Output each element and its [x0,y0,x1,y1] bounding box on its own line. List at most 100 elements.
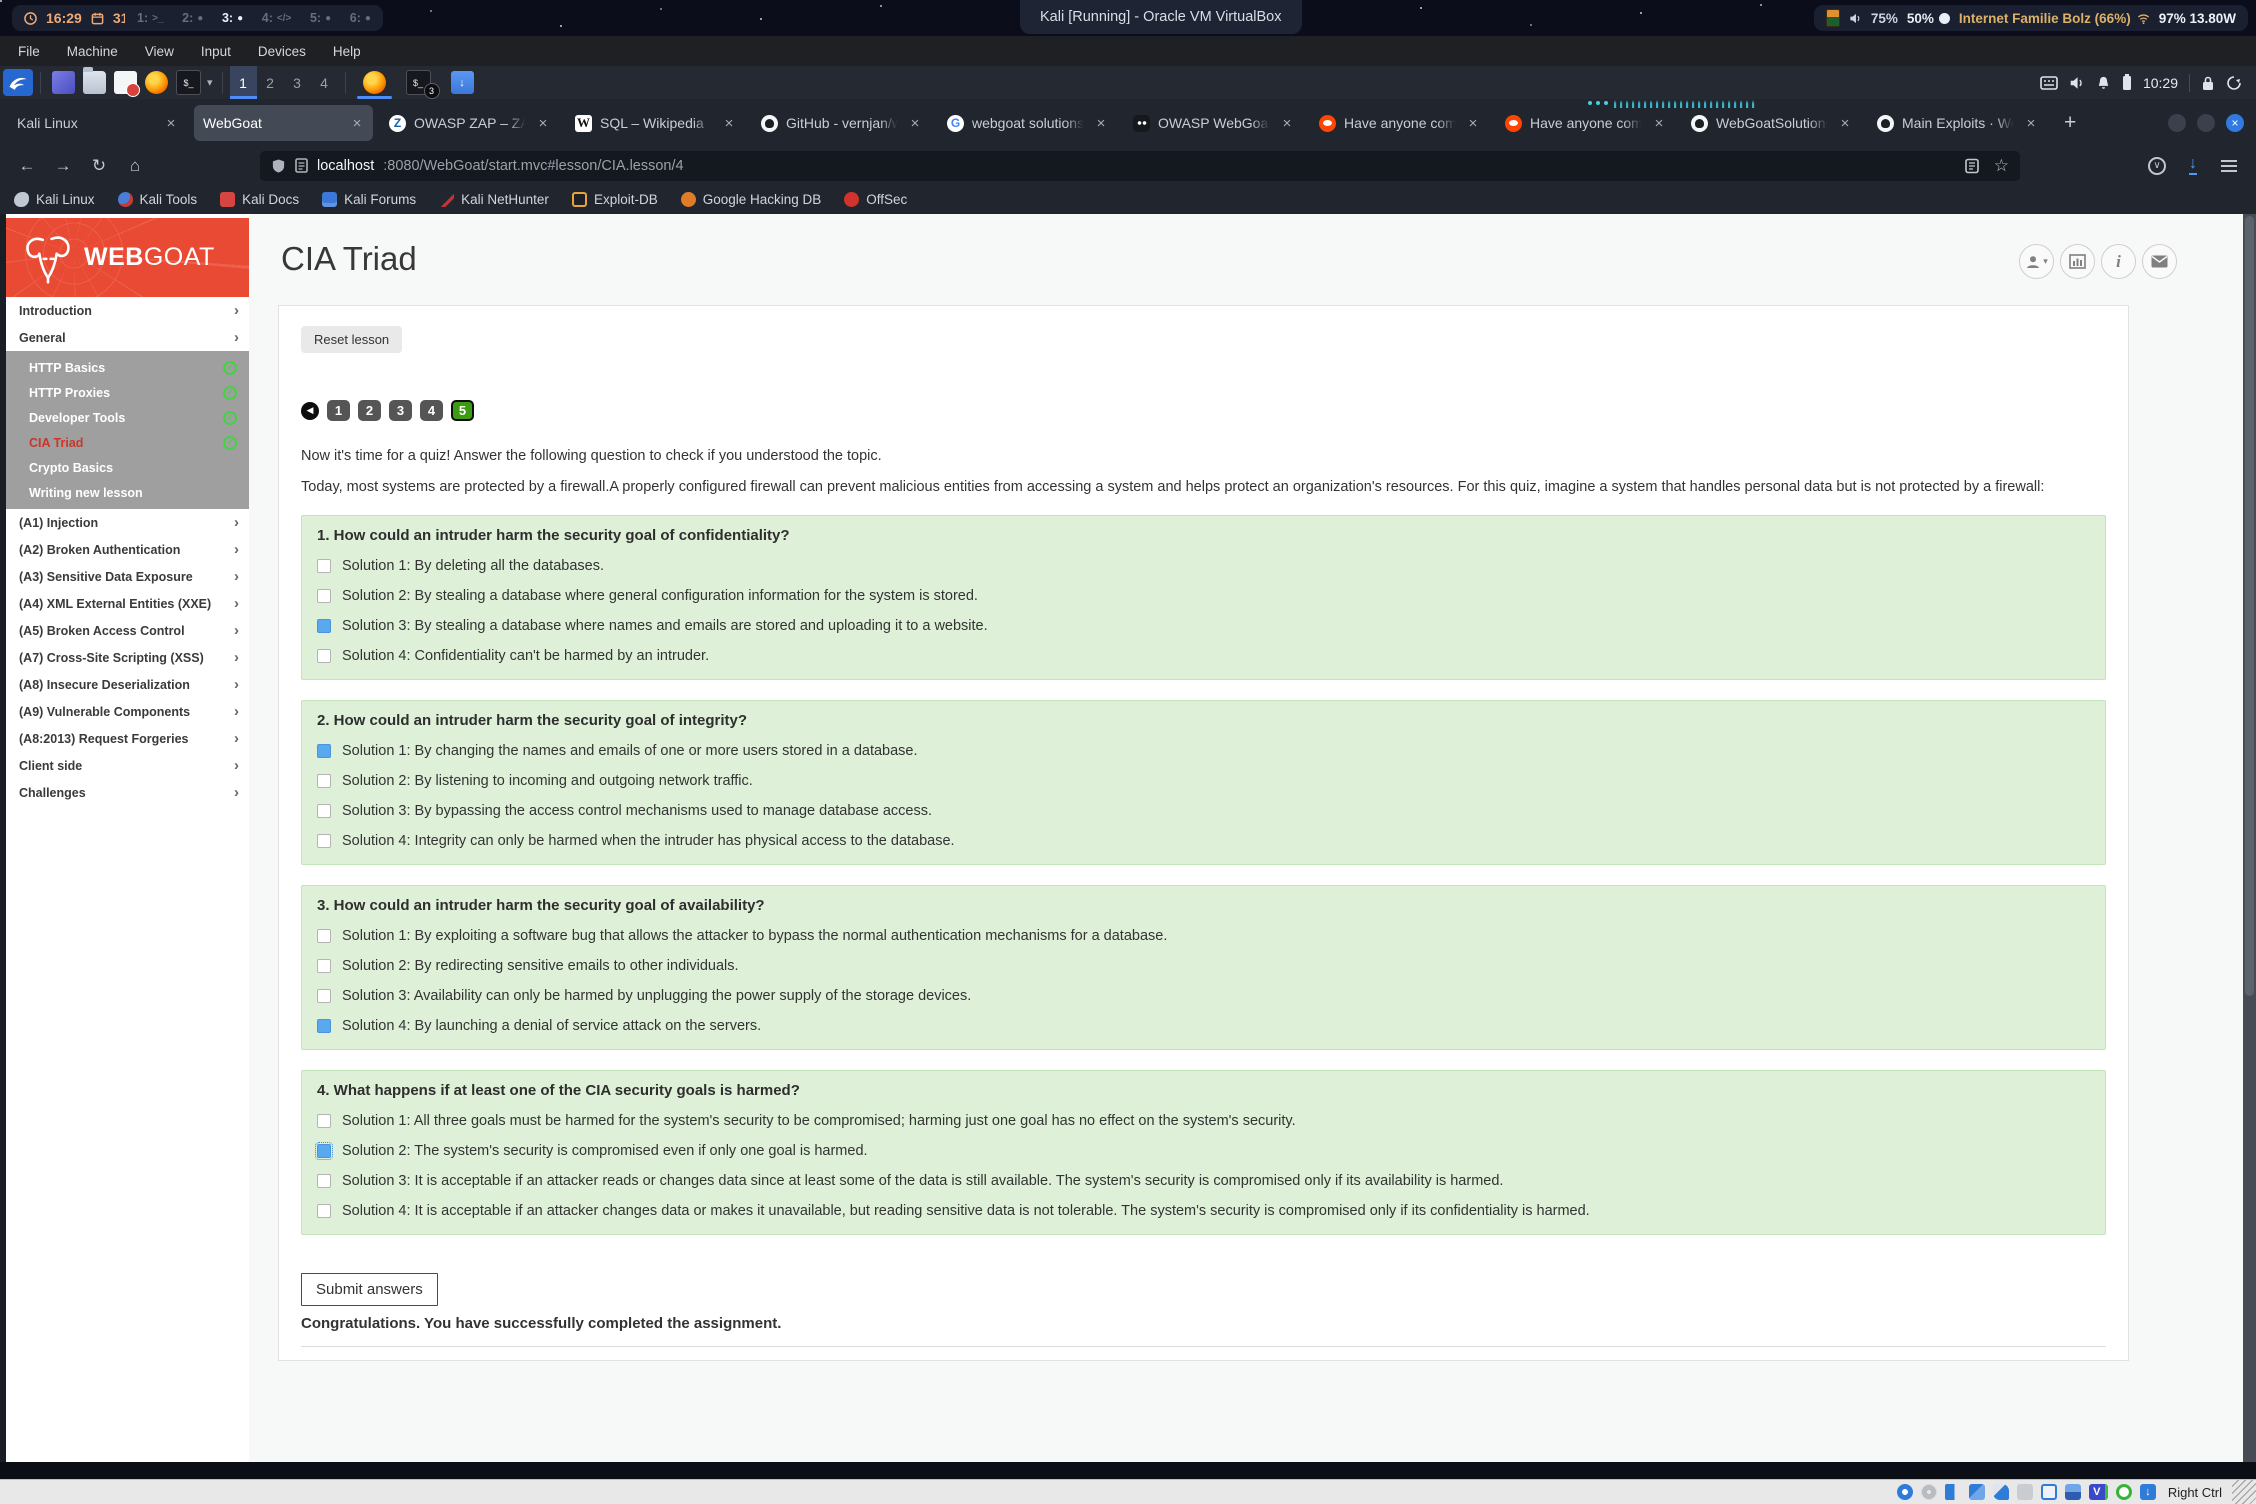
answer-option[interactable]: Solution 1: By deleting all the database… [317,558,2090,574]
tab-reddit-2[interactable]: Have anyone comple [1496,105,1675,141]
reset-lesson-button[interactable]: Reset lesson [301,326,402,353]
checkbox[interactable] [317,1174,331,1188]
answer-option[interactable]: Solution 3: By bypassing the access cont… [317,803,2090,819]
bookmark-kali-nethunter[interactable]: Kali NetHunter [439,192,549,207]
tab-close-icon[interactable] [1838,115,1852,132]
host-workspaces[interactable]: 1:>_ 2:● 3:● 4:</> 5:● 6:● [125,5,383,31]
close-button[interactable] [2226,114,2244,132]
sidebar-item-introduction[interactable]: Introduction [6,297,249,324]
text-editor-icon[interactable] [114,71,137,94]
logout-icon[interactable] [2226,75,2242,91]
vm-workspace-2[interactable]: 2 [257,66,284,99]
firefox-window-button[interactable] [359,71,390,94]
sidebar-item-a8-2013-request-forgeries[interactable]: (A8:2013) Request Forgeries [6,725,249,752]
maximize-button[interactable] [2197,114,2215,132]
vm-workspace-4[interactable]: 4 [311,66,338,99]
back-button[interactable]: ← [12,152,42,180]
checkbox[interactable] [317,559,331,573]
answer-option[interactable]: Solution 2: The system's security is com… [317,1143,2090,1159]
chevron-down-icon[interactable]: ▾ [207,76,213,89]
checkbox-checked[interactable] [317,1144,331,1158]
tab-main-exploits[interactable]: Main Exploits · WebG [1868,105,2047,141]
tab-close-icon[interactable] [164,115,178,132]
tab-close-icon[interactable] [908,115,922,132]
vm-workspace-1[interactable]: 1 [230,66,257,99]
answer-option[interactable]: Solution 2: By stealing a database where… [317,588,2090,604]
checkbox[interactable] [317,929,331,943]
bookmark-exploit-db[interactable]: Exploit-DB [572,192,658,207]
sidebar-item-a3-sensitive-data-exposure[interactable]: (A3) Sensitive Data Exposure [6,563,249,590]
checkbox-checked[interactable] [317,1019,331,1033]
page-button-2[interactable]: 2 [358,400,381,421]
checkbox[interactable] [317,1114,331,1128]
checkbox[interactable] [317,804,331,818]
checkbox[interactable] [317,959,331,973]
shared-folders-icon[interactable] [2017,1484,2033,1500]
sidebar-item-general[interactable]: General [6,324,249,351]
bookmark-kali-forums[interactable]: Kali Forums [322,192,416,207]
page-scrollbar[interactable] [2243,214,2256,1462]
sidebar-item-a1-injection[interactable]: (A1) Injection [6,509,249,536]
tab-close-icon[interactable] [350,115,364,132]
page-button-4[interactable]: 4 [420,400,443,421]
lesson-http-basics[interactable]: HTTP Basics [6,355,249,380]
menu-file[interactable]: File [18,44,40,59]
answer-option[interactable]: Solution 4: It is acceptable if an attac… [317,1203,2090,1219]
menu-help[interactable]: Help [333,44,361,59]
answer-option[interactable]: Solution 4: By launching a denial of ser… [317,1018,2090,1034]
answer-option[interactable]: Solution 2: By redirecting sensitive ema… [317,958,2090,974]
tab-close-icon[interactable] [2024,115,2038,132]
bookmark-kali-tools[interactable]: Kali Tools [118,192,198,207]
pocket-icon[interactable] [2142,152,2172,180]
downloads-folder-button[interactable] [447,71,478,94]
sidebar-item-a7-xss[interactable]: (A7) Cross-Site Scripting (XSS) [6,644,249,671]
tab-webgoat-solutions-search[interactable]: webgoat solutions - [938,105,1117,141]
downloads-icon[interactable] [2178,152,2208,180]
answer-option[interactable]: Solution 3: By stealing a database where… [317,618,2090,634]
sidebar-item-challenges[interactable]: Challenges [6,779,249,806]
bookmark-kali-linux[interactable]: Kali Linux [14,192,95,207]
menu-machine[interactable]: Machine [67,44,118,59]
tab-kali-linux[interactable]: Kali Linux [8,105,187,141]
menu-view[interactable]: View [145,44,174,59]
vm-clock[interactable]: 10:29 [2143,75,2178,91]
answer-option[interactable]: Solution 1: By changing the names and em… [317,743,2090,759]
reload-button[interactable]: ↻ [84,152,114,180]
lesson-writing-new-lesson[interactable]: Writing new lesson [6,480,249,505]
audio-icon[interactable] [2069,75,2085,91]
tab-close-icon[interactable] [722,115,736,132]
display-status-icon[interactable] [2041,1484,2057,1500]
hard-disks-icon[interactable] [1897,1484,1913,1500]
tab-webgoatsolutions-repo[interactable]: WebGoatSolutions/S [1682,105,1861,141]
lesson-cia-triad[interactable]: CIA Triad [6,430,249,455]
submit-answers-button[interactable]: Submit answers [301,1273,438,1306]
bookmark-google-hacking-db[interactable]: Google Hacking DB [681,192,822,207]
checkbox[interactable] [317,589,331,603]
menu-hamburger-icon[interactable] [2214,152,2244,180]
tab-reddit-1[interactable]: Have anyone comple [1310,105,1489,141]
scrollbar-thumb[interactable] [2245,216,2254,996]
vm-workspace-3[interactable]: 3 [284,66,311,99]
checkbox[interactable] [317,1204,331,1218]
reader-mode-icon[interactable] [1964,158,1980,174]
lesson-http-proxies[interactable]: HTTP Proxies [6,380,249,405]
user-menu-button[interactable]: ▾ [2019,244,2054,279]
terminal-window-button[interactable]: 3 [402,70,435,95]
sidebar-item-a4-xxe[interactable]: (A4) XML External Entities (XXE) [6,590,249,617]
home-button[interactable]: ⌂ [120,152,150,180]
tab-owasp-zap[interactable]: OWASP ZAP – ZAP in [380,105,559,141]
lock-icon[interactable] [2201,75,2215,91]
answer-option[interactable]: Solution 3: Availability can only be har… [317,988,2090,1004]
shield-icon[interactable] [271,158,286,174]
forward-button[interactable]: → [48,152,78,180]
host-workspace-4[interactable]: 4:</> [262,11,292,25]
sidebar-item-a5-broken-access-control[interactable]: (A5) Broken Access Control [6,617,249,644]
terminal-launcher-icon[interactable] [176,70,201,95]
menu-input[interactable]: Input [201,44,231,59]
battery-icon[interactable] [2122,74,2132,91]
sidebar-item-a2-broken-authentication[interactable]: (A2) Broken Authentication [6,536,249,563]
contact-button[interactable] [2142,244,2177,279]
tab-close-icon[interactable] [1280,115,1294,132]
tab-github-vernjan[interactable]: GitHub - vernjan/web [752,105,931,141]
window-buttons-icon[interactable] [52,71,75,94]
